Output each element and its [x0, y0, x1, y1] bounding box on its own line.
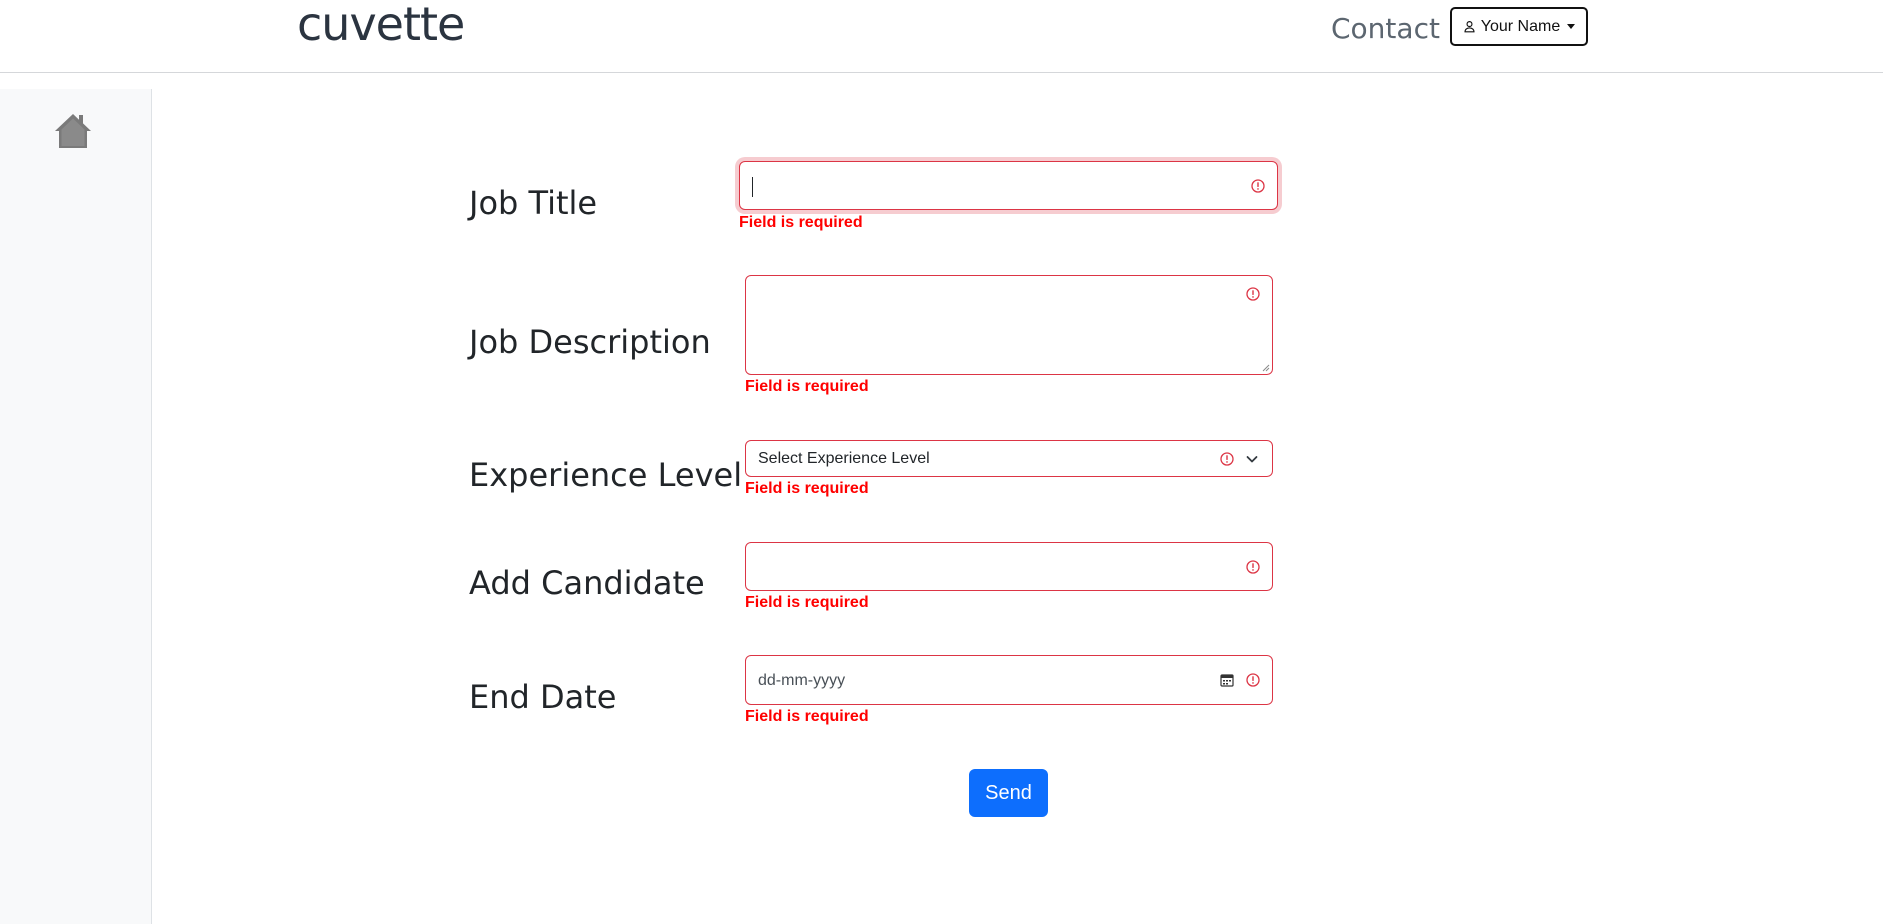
- error-icon: [1251, 179, 1265, 193]
- experience-level-label: Experience Level: [469, 456, 743, 494]
- job-description-label: Job Description: [469, 323, 711, 361]
- error-icon: [1246, 287, 1260, 301]
- error-icon: [1220, 452, 1234, 466]
- job-description-error: Field is required: [745, 378, 869, 395]
- top-navbar: cuvette Contact Your Name: [0, 0, 1883, 73]
- calendar-icon[interactable]: [1220, 673, 1234, 687]
- job-title-error: Field is required: [739, 214, 863, 231]
- job-title-label: Job Title: [469, 184, 598, 222]
- text-cursor: [752, 177, 753, 197]
- experience-level-error: Field is required: [745, 480, 869, 497]
- sidebar: [0, 89, 152, 924]
- add-candidate-input[interactable]: [745, 542, 1273, 591]
- end-date-label: End Date: [469, 678, 617, 716]
- job-title-input[interactable]: [739, 161, 1278, 210]
- end-date-input[interactable]: dd-mm-yyyy: [745, 655, 1273, 705]
- contact-link[interactable]: Contact: [1331, 12, 1440, 45]
- chevron-down-icon: [1246, 456, 1258, 463]
- logo-text: cuvette: [297, 0, 465, 51]
- user-name-label: Your Name: [1480, 17, 1561, 35]
- user-menu-button[interactable]: Your Name: [1450, 7, 1588, 46]
- add-candidate-error: Field is required: [745, 594, 869, 611]
- experience-level-select[interactable]: Select Experience Level: [745, 440, 1273, 477]
- cuvette-logo[interactable]: cuvette: [297, 0, 465, 51]
- caret-down-icon: [1567, 24, 1576, 29]
- send-button[interactable]: Send: [969, 769, 1048, 817]
- job-description-textarea[interactable]: [745, 275, 1273, 375]
- error-icon: [1246, 673, 1260, 687]
- experience-level-selected: Select Experience Level: [758, 450, 930, 467]
- end-date-placeholder: dd-mm-yyyy: [758, 672, 846, 689]
- home-icon[interactable]: [53, 111, 93, 151]
- error-icon: [1246, 560, 1260, 574]
- user-icon: [1464, 21, 1475, 33]
- end-date-error: Field is required: [745, 708, 869, 725]
- resize-handle-icon[interactable]: [1262, 364, 1270, 372]
- add-candidate-label: Add Candidate: [469, 564, 705, 602]
